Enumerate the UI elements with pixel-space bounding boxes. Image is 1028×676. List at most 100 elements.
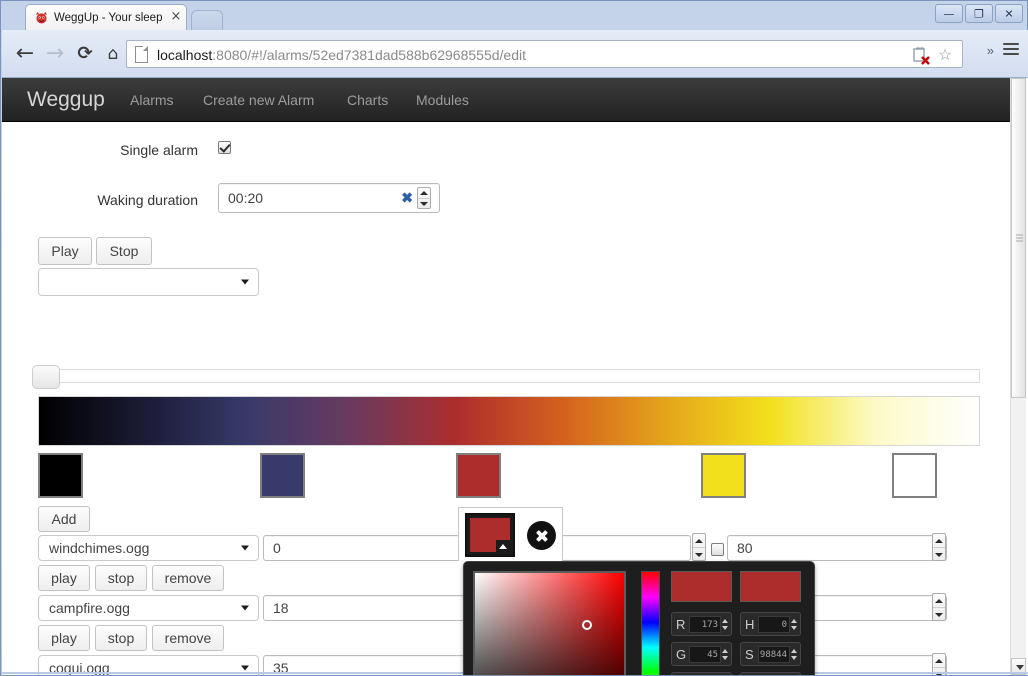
address-bar[interactable]: localhost:8080/#!/alarms/52ed7381dad588b…: [126, 40, 963, 68]
field-stepper[interactable]: [722, 647, 728, 662]
close-button[interactable]: ✕: [995, 4, 1023, 23]
stepper-up-icon[interactable]: [791, 617, 797, 624]
sound-play-button-1[interactable]: play: [38, 625, 90, 651]
browser-window: WeggUp - Your sleep supp × — ❐ ✕ ← → ⟳ ⌂…: [0, 0, 1028, 676]
sound-play-button-0[interactable]: play: [38, 565, 90, 591]
waking-duration-stepper[interactable]: [417, 187, 431, 209]
color-gradient-bar[interactable]: [38, 396, 980, 446]
sound-remove-button-0[interactable]: remove: [152, 565, 224, 591]
nav-link-create-new-alarm[interactable]: Create new Alarm: [203, 89, 314, 111]
sound-select-1[interactable]: campfire.ogg: [38, 595, 259, 621]
sound-select-0[interactable]: windchimes.ogg: [38, 535, 259, 561]
color-swatch[interactable]: [701, 453, 746, 498]
sound-volume-input-0[interactable]: 80: [727, 535, 947, 561]
plugin-blocked-icon[interactable]: [912, 47, 930, 65]
field-stepper[interactable]: [791, 617, 797, 632]
colorpicker-sv-cursor[interactable]: [582, 620, 592, 630]
stepper-down-icon[interactable]: [722, 624, 728, 631]
waking-duration-input[interactable]: 00:20 ✖: [218, 183, 440, 213]
vertical-scrollbar[interactable]: [1010, 78, 1026, 675]
colorpicker-panel: R 173 G 45 B 45 H 0: [463, 561, 815, 675]
sound-volume-stepper-0[interactable]: [932, 533, 946, 561]
field-input[interactable]: 45: [689, 646, 721, 663]
scrollbar-grip-icon: [1016, 233, 1023, 244]
minimize-icon: —: [943, 7, 955, 20]
sound-loop-checkbox-0[interactable]: [711, 543, 724, 556]
back-icon[interactable]: ←: [12, 41, 38, 67]
scrollbar-thumb[interactable]: [1011, 78, 1026, 398]
stepper-down-icon[interactable]: [722, 654, 728, 661]
colorpicker-saturation-value-area[interactable]: [473, 571, 626, 675]
stepper-up-icon[interactable]: [933, 654, 945, 668]
module-select[interactable]: [38, 268, 259, 296]
sound-stop-button-1[interactable]: stop: [95, 625, 147, 651]
menu-icon[interactable]: [1003, 43, 1019, 56]
stepper-down-icon[interactable]: [418, 199, 430, 209]
stepper-up-icon[interactable]: [722, 617, 728, 624]
colorpicker-field-g[interactable]: G 45: [671, 642, 732, 666]
color-swatch[interactable]: [456, 453, 501, 498]
maximize-button[interactable]: ❐: [965, 4, 993, 23]
play-button[interactable]: Play: [38, 237, 92, 265]
colorpicker-close-icon[interactable]: [527, 521, 556, 550]
single-alarm-checkbox[interactable]: [218, 141, 231, 154]
stepper-down-icon[interactable]: [791, 654, 797, 661]
stepper-up-icon[interactable]: [933, 594, 945, 608]
waking-duration-label: Waking duration: [97, 192, 198, 208]
field-stepper[interactable]: [791, 647, 797, 662]
colorpicker-expand-icon[interactable]: [496, 540, 510, 552]
colorpicker-field-r[interactable]: R 173: [671, 612, 732, 636]
colorpicker-field-b-hsb[interactable]: B 67.84313: [740, 672, 801, 675]
stepper-up-icon[interactable]: [933, 534, 945, 548]
field-input[interactable]: 173: [689, 616, 721, 633]
slider-handle[interactable]: [32, 365, 60, 389]
colorpicker-field-s[interactable]: S 73.98844: [740, 642, 801, 666]
add-button[interactable]: Add: [38, 506, 90, 532]
stepper-down-icon[interactable]: [933, 608, 945, 621]
color-swatch[interactable]: [892, 453, 937, 498]
field-input[interactable]: 0: [758, 616, 790, 633]
color-swatch[interactable]: [260, 453, 305, 498]
toolbar-overflow-icon[interactable]: »: [987, 43, 994, 58]
forward-icon[interactable]: →: [42, 41, 68, 67]
nav-link-modules[interactable]: Modules: [416, 89, 469, 111]
colorpicker-current-swatch[interactable]: [465, 513, 515, 557]
page-info-icon[interactable]: [135, 46, 148, 63]
field-input[interactable]: 73.98844: [758, 646, 790, 663]
sound-remove-button-1[interactable]: remove: [152, 625, 224, 651]
minimize-button[interactable]: —: [935, 4, 963, 23]
sound-stop-button-0[interactable]: stop: [95, 565, 147, 591]
clear-icon[interactable]: ✖: [401, 190, 413, 207]
stepper-up-icon[interactable]: [693, 534, 705, 548]
nav-link-charts[interactable]: Charts: [347, 89, 388, 111]
stepper-up-icon[interactable]: [722, 647, 728, 654]
address-bar-url: localhost:8080/#!/alarms/52ed7381dad588b…: [157, 45, 526, 65]
stepper-up-icon[interactable]: [791, 647, 797, 654]
sound-volume-stepper-1[interactable]: [932, 593, 946, 621]
new-tab-button[interactable]: [191, 10, 223, 30]
stepper-down-icon[interactable]: [933, 548, 945, 561]
field-key: S: [745, 647, 754, 662]
tab-close-icon[interactable]: ×: [169, 10, 183, 24]
colorpicker-field-b-rgb[interactable]: B 45: [671, 672, 732, 675]
colorpicker-hue-strip[interactable]: [641, 571, 660, 675]
chevron-down-icon: [241, 279, 249, 285]
sound-offset-stepper-0[interactable]: [692, 533, 706, 561]
position-slider[interactable]: [32, 365, 980, 389]
stepper-up-icon[interactable]: [418, 188, 430, 199]
browser-tab[interactable]: WeggUp - Your sleep supp ×: [25, 4, 187, 30]
url-path: :8080/#!/alarms/52ed7381dad588b62968555d…: [212, 47, 526, 63]
stepper-down-icon[interactable]: [791, 624, 797, 631]
nav-link-alarms[interactable]: Alarms: [130, 89, 174, 111]
stop-button[interactable]: Stop: [96, 237, 152, 265]
field-key: R: [676, 617, 686, 632]
colorpicker-field-h[interactable]: H 0: [740, 612, 801, 636]
bookmark-star-icon[interactable]: ☆: [936, 47, 954, 65]
color-swatch[interactable]: [38, 453, 83, 498]
reload-icon[interactable]: ⟳: [72, 41, 98, 67]
site-brand[interactable]: Weggup: [27, 86, 105, 114]
stepper-down-icon[interactable]: [693, 548, 705, 561]
home-icon[interactable]: ⌂: [100, 41, 126, 67]
field-stepper[interactable]: [722, 617, 728, 632]
colorpicker-old-color-preview[interactable]: [740, 571, 801, 602]
